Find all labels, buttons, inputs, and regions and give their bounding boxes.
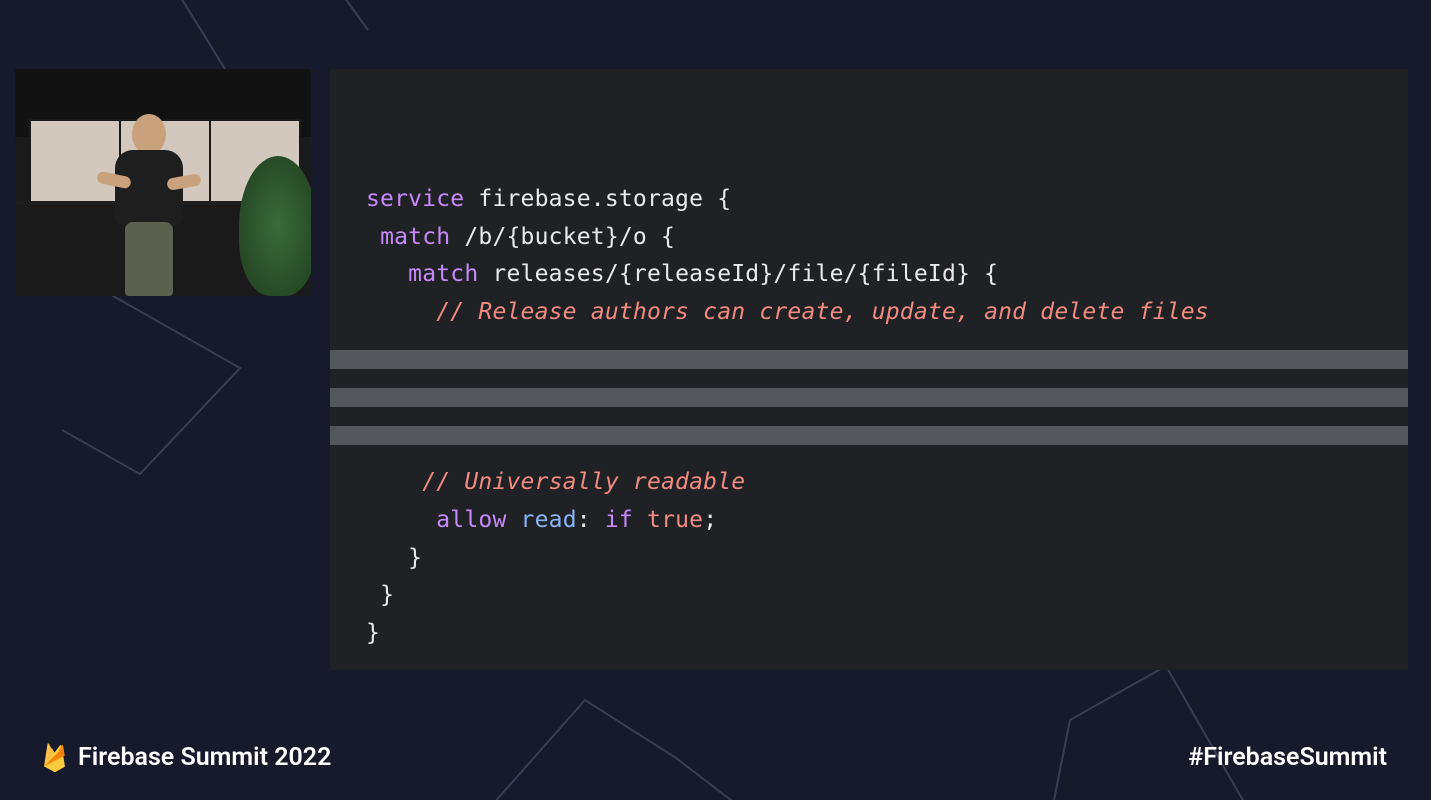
- hidden-line-gap: [330, 445, 1408, 464]
- hidden-line-gap: [330, 369, 1408, 388]
- brace-open: {: [661, 224, 675, 250]
- hidden-line: [330, 388, 1408, 407]
- bool-true: true: [647, 507, 703, 533]
- hidden-line-gap: [330, 407, 1408, 426]
- code-panel: service firebase.storage { match /b/{buc…: [330, 69, 1408, 670]
- hashtag: #FirebaseSummit: [1188, 743, 1387, 772]
- footer: Firebase Summit 2022 #FirebaseSummit: [0, 742, 1431, 772]
- ident-firebase-storage: firebase.storage: [464, 186, 717, 212]
- hidden-line-gap: [330, 331, 1408, 350]
- code-block: service firebase.storage { match /b/{buc…: [330, 181, 1408, 652]
- allow-read: read: [507, 507, 577, 533]
- brace-open: {: [984, 261, 998, 287]
- kw-if: if: [605, 507, 633, 533]
- kw-service: service: [366, 186, 464, 212]
- hidden-line: [330, 350, 1408, 369]
- kw-allow: allow: [436, 507, 506, 533]
- brand: Firebase Summit 2022: [44, 742, 331, 772]
- kw-match: match: [380, 224, 450, 250]
- brace-close: }: [408, 545, 422, 571]
- brand-text: Firebase Summit 2022: [78, 743, 331, 772]
- firebase-icon: [44, 742, 66, 772]
- path-bucket: /b/{bucket}/o: [450, 224, 661, 250]
- speaker-video: [15, 69, 311, 296]
- semicolon: ;: [703, 507, 717, 533]
- brace-close: }: [366, 620, 380, 646]
- colon: :: [577, 507, 605, 533]
- comment-authors: // Release authors can create, update, a…: [436, 299, 1209, 325]
- path-releases: releases/{releaseId}/file/{fileId}: [478, 261, 984, 287]
- hidden-line: [330, 426, 1408, 445]
- kw-match: match: [408, 261, 478, 287]
- comment-readable: // Universally readable: [422, 469, 745, 495]
- brace-open: {: [717, 186, 731, 212]
- brace-close: }: [380, 582, 394, 608]
